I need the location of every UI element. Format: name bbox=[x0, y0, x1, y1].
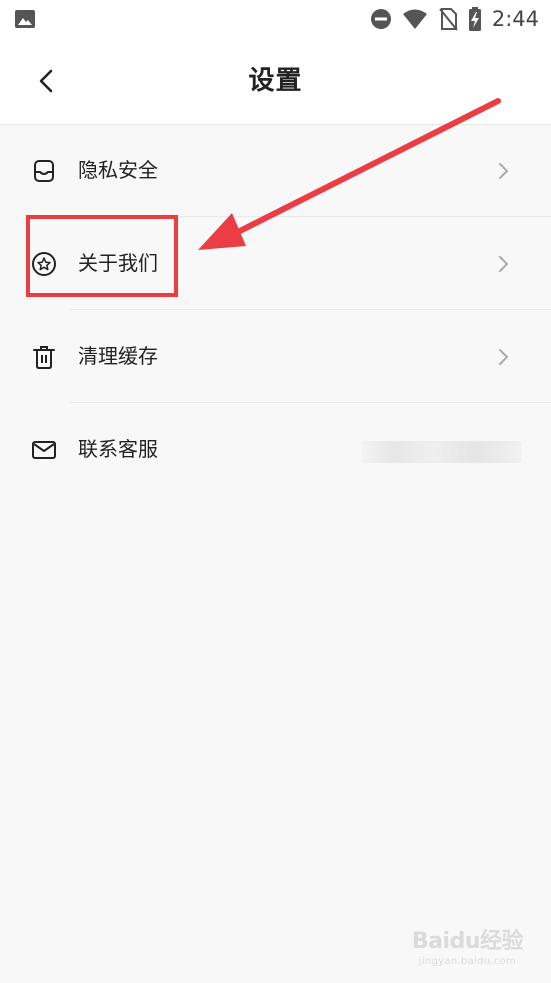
menu-item-label: 清理缓存 bbox=[78, 344, 158, 368]
menu-item-label: 联系客服 bbox=[78, 437, 158, 461]
status-bar: 2:44 bbox=[0, 0, 551, 38]
menu-item-contact-support[interactable]: 联系客服 bbox=[0, 403, 551, 496]
trash-icon bbox=[33, 346, 55, 369]
do-not-disturb-icon bbox=[370, 9, 391, 29]
menu-item-clear-cache[interactable]: 清理缓存 bbox=[0, 310, 551, 403]
app-header: 设置 bbox=[0, 38, 551, 125]
status-time: 2:44 bbox=[491, 7, 539, 31]
battery-charging-icon bbox=[468, 7, 481, 31]
contact-value-blurred bbox=[362, 441, 522, 463]
baidu-watermark: Baidu经验 jingyan.baidu.com bbox=[411, 923, 524, 967]
watermark-url: jingyan.baidu.com bbox=[418, 956, 517, 967]
chevron-right-icon bbox=[499, 256, 508, 272]
image-icon bbox=[15, 10, 35, 28]
menu-item-label: 隐私安全 bbox=[78, 158, 158, 182]
page-title: 设置 bbox=[248, 66, 303, 96]
menu-item-privacy[interactable]: 隐私安全 bbox=[0, 124, 551, 217]
no-sim-icon bbox=[439, 8, 458, 31]
chevron-right-icon bbox=[499, 349, 508, 365]
highlight-box bbox=[26, 215, 178, 297]
chevron-right-icon bbox=[499, 163, 508, 179]
wifi-icon bbox=[402, 9, 427, 29]
settings-menu: 隐私安全 关于我们 清理缓存 联系客服 bbox=[0, 124, 551, 496]
privacy-icon bbox=[34, 160, 54, 182]
watermark-title: Baidu经验 bbox=[411, 929, 524, 954]
mail-icon bbox=[32, 441, 56, 459]
